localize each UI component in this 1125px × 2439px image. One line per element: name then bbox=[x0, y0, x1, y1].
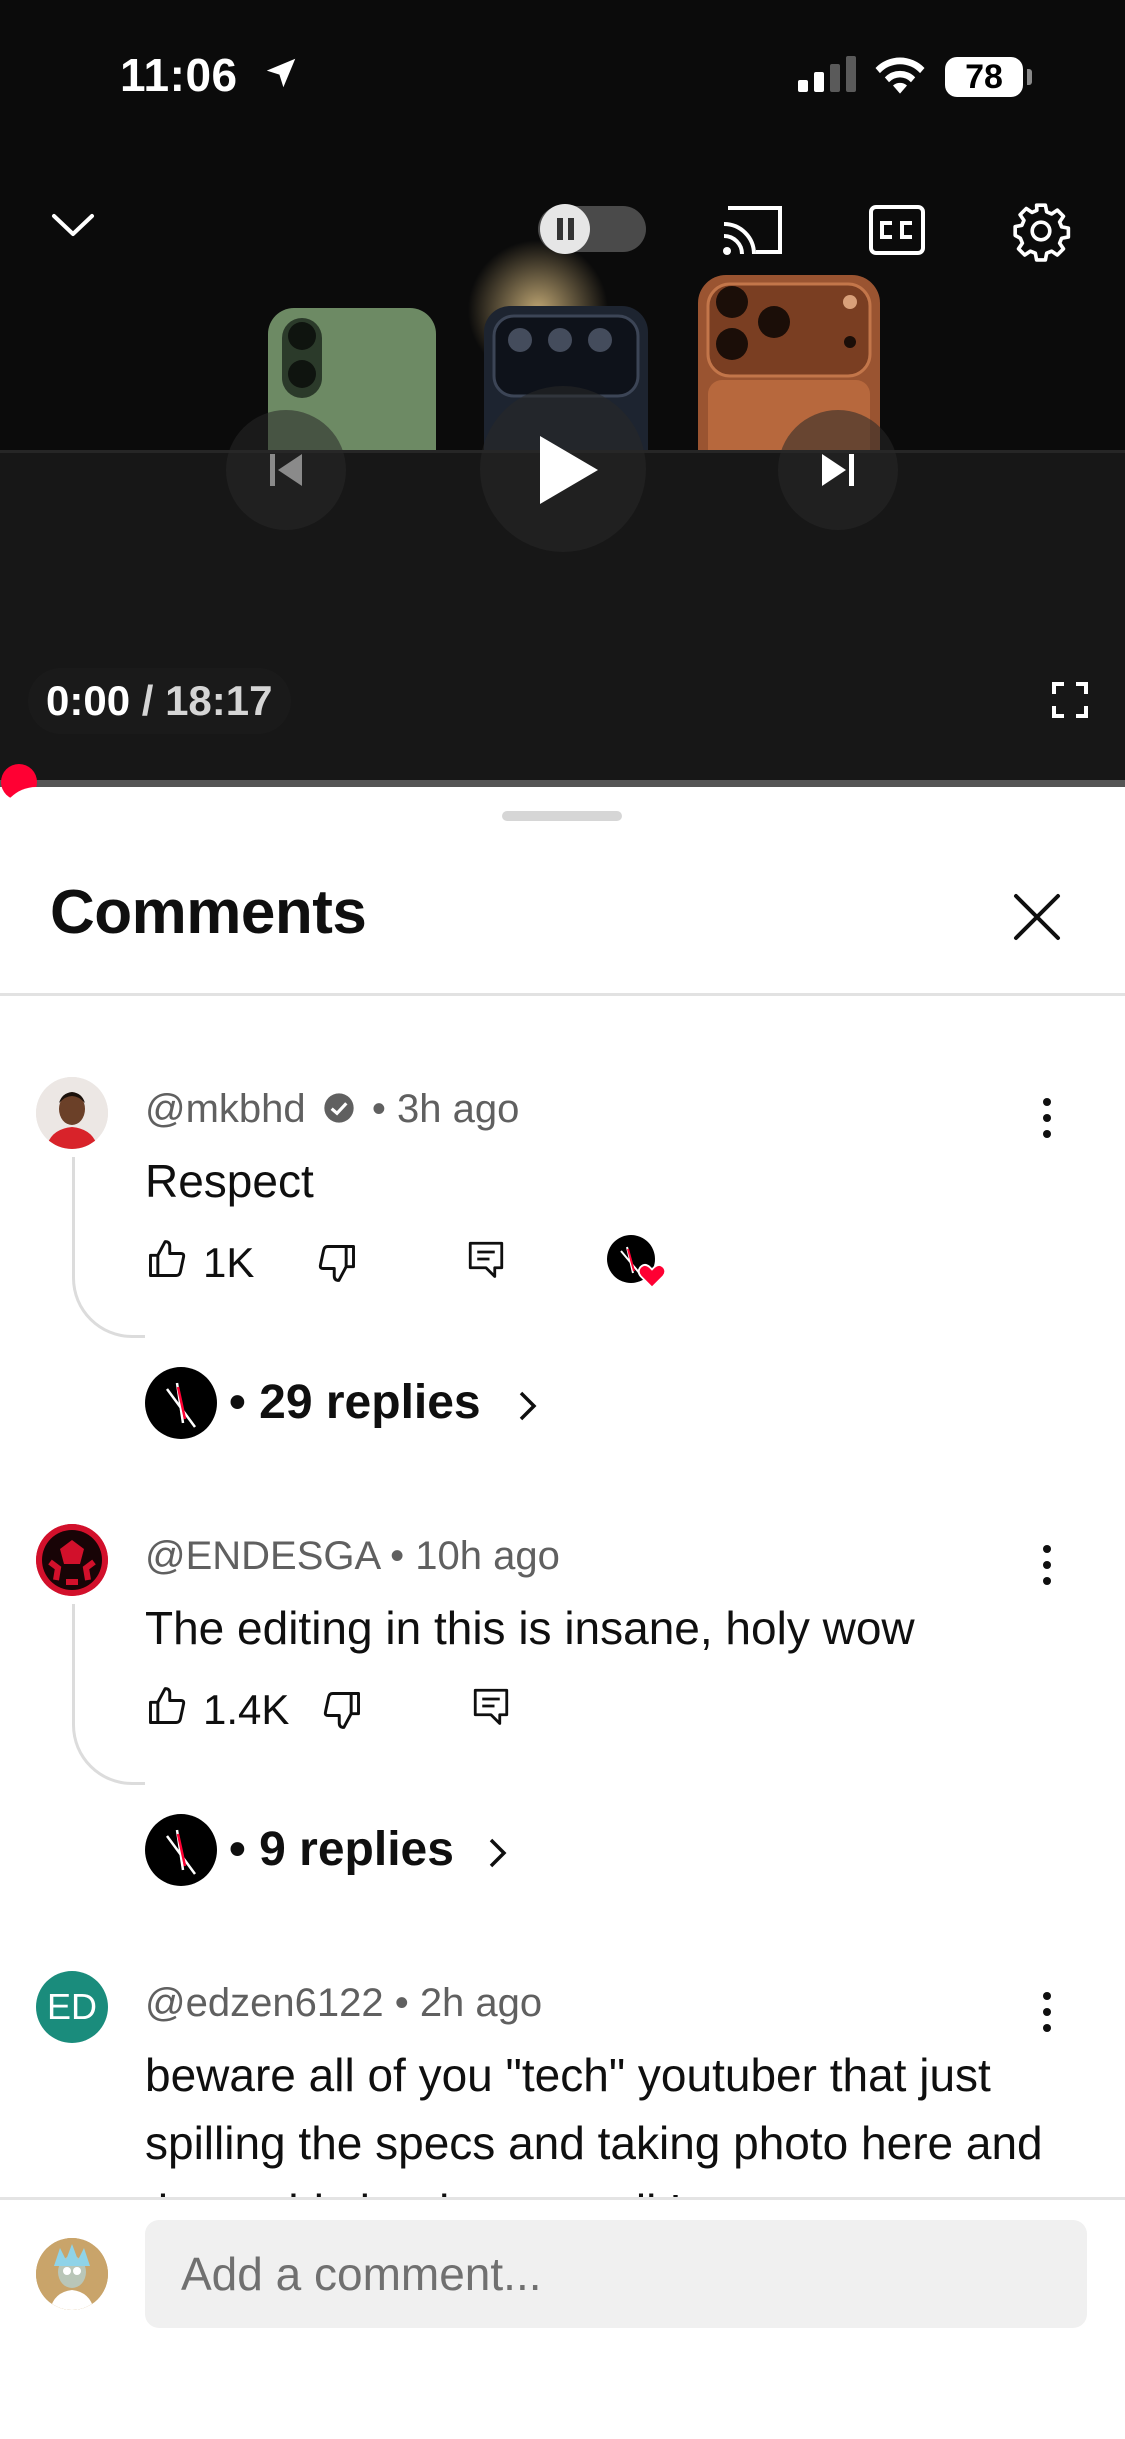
fullscreen-icon[interactable] bbox=[1052, 682, 1088, 718]
avatar-image bbox=[36, 1524, 108, 1596]
dislike-icon[interactable] bbox=[320, 1688, 364, 1732]
like-icon[interactable] bbox=[145, 1684, 189, 1728]
autoplay-knob bbox=[540, 204, 590, 254]
wifi-icon bbox=[875, 57, 925, 94]
creator-heart bbox=[607, 1235, 667, 1289]
like-count: 1K bbox=[203, 1239, 255, 1286]
cast-icon[interactable] bbox=[720, 204, 786, 258]
thread-line bbox=[72, 1604, 145, 1785]
duration: 18:17 bbox=[165, 677, 273, 724]
close-icon[interactable] bbox=[1012, 892, 1062, 942]
comment-meta: @ENDESGA • 10h ago bbox=[145, 1534, 560, 1579]
battery-indicator: 78 bbox=[945, 57, 1023, 97]
progress-bar-track[interactable] bbox=[0, 780, 1125, 787]
clock: 11:06 bbox=[120, 49, 238, 101]
reply-count: • 29 replies bbox=[229, 1376, 481, 1429]
avatar-mkbhd[interactable] bbox=[36, 1077, 108, 1149]
avatar-image bbox=[36, 1077, 108, 1149]
thread-line bbox=[72, 1157, 145, 1338]
avatar-image bbox=[36, 2238, 108, 2310]
drag-handle[interactable] bbox=[502, 811, 622, 821]
more-options-icon[interactable] bbox=[1040, 1095, 1054, 1141]
more-options-icon[interactable] bbox=[1040, 1989, 1054, 2035]
autoplay-toggle[interactable] bbox=[538, 204, 646, 254]
author-name[interactable]: @edzen6122 bbox=[145, 1981, 384, 2025]
comment-text: Respect bbox=[145, 1155, 314, 1207]
current-time: 0:00 bbox=[46, 677, 131, 724]
chevron-right-icon bbox=[519, 1391, 537, 1421]
reply-count: • 9 replies bbox=[229, 1823, 454, 1876]
location-arrow-icon bbox=[266, 58, 296, 88]
meta-separator: • bbox=[379, 1534, 416, 1578]
previous-button[interactable] bbox=[226, 410, 346, 530]
avatar-edzen[interactable]: ED bbox=[36, 1971, 108, 2043]
more-options-icon[interactable] bbox=[1040, 1542, 1054, 1588]
settings-gear-icon[interactable] bbox=[1010, 200, 1072, 262]
meta-separator: • bbox=[383, 1981, 420, 2025]
meta-separator: • bbox=[360, 1087, 398, 1131]
author-name[interactable]: @mkbhd bbox=[145, 1087, 306, 1131]
creator-reply-avatar bbox=[145, 1367, 217, 1439]
comment-meta: @mkbhd • 3h ago bbox=[145, 1087, 519, 1132]
comment-time: 3h ago bbox=[397, 1087, 520, 1131]
like-icon[interactable] bbox=[145, 1237, 189, 1281]
time-display: 0:00 / 18:17 bbox=[28, 668, 291, 734]
comment-composer-bar bbox=[0, 2197, 1125, 2439]
avatar-endesga[interactable] bbox=[36, 1524, 108, 1596]
next-button[interactable] bbox=[778, 410, 898, 530]
chevron-right-icon bbox=[489, 1838, 507, 1868]
next-icon bbox=[822, 454, 854, 486]
collapse-chevron-icon[interactable] bbox=[50, 210, 96, 240]
add-comment-input[interactable] bbox=[145, 2220, 1087, 2328]
comments-title: Comments bbox=[50, 878, 367, 947]
verified-badge-icon bbox=[324, 1093, 354, 1124]
dislike-icon[interactable] bbox=[315, 1241, 359, 1285]
comments-sheet: Comments @mkbhd • 3h ago Respect 1K • 29… bbox=[0, 787, 1125, 2436]
reply-icon[interactable] bbox=[470, 1684, 512, 1728]
comment-time: 10h ago bbox=[415, 1534, 560, 1578]
previous-icon bbox=[270, 454, 302, 486]
play-button[interactable] bbox=[480, 386, 646, 552]
video-player[interactable]: 11:06 78 0:00 / 18:17 bbox=[0, 0, 1125, 787]
cellular-signal-icon bbox=[798, 56, 856, 92]
time-separator: / bbox=[130, 677, 166, 724]
creator-reply-avatar bbox=[145, 1814, 217, 1886]
reply-icon[interactable] bbox=[465, 1237, 507, 1281]
heart-icon bbox=[637, 1263, 667, 1289]
comment-text: The editing in this is insane, holy wow bbox=[145, 1602, 915, 1654]
like-count: 1.4K bbox=[203, 1686, 290, 1733]
comment-meta: @edzen6122 • 2h ago bbox=[145, 1981, 542, 2026]
author-name[interactable]: @ENDESGA bbox=[145, 1534, 379, 1578]
play-icon bbox=[540, 436, 598, 504]
captions-icon[interactable] bbox=[868, 204, 926, 256]
status-bar: 11:06 78 bbox=[0, 0, 1125, 140]
comment-time: 2h ago bbox=[419, 1981, 543, 2025]
my-avatar bbox=[36, 2238, 108, 2310]
header-divider bbox=[0, 993, 1125, 996]
battery-tip bbox=[1027, 69, 1032, 85]
